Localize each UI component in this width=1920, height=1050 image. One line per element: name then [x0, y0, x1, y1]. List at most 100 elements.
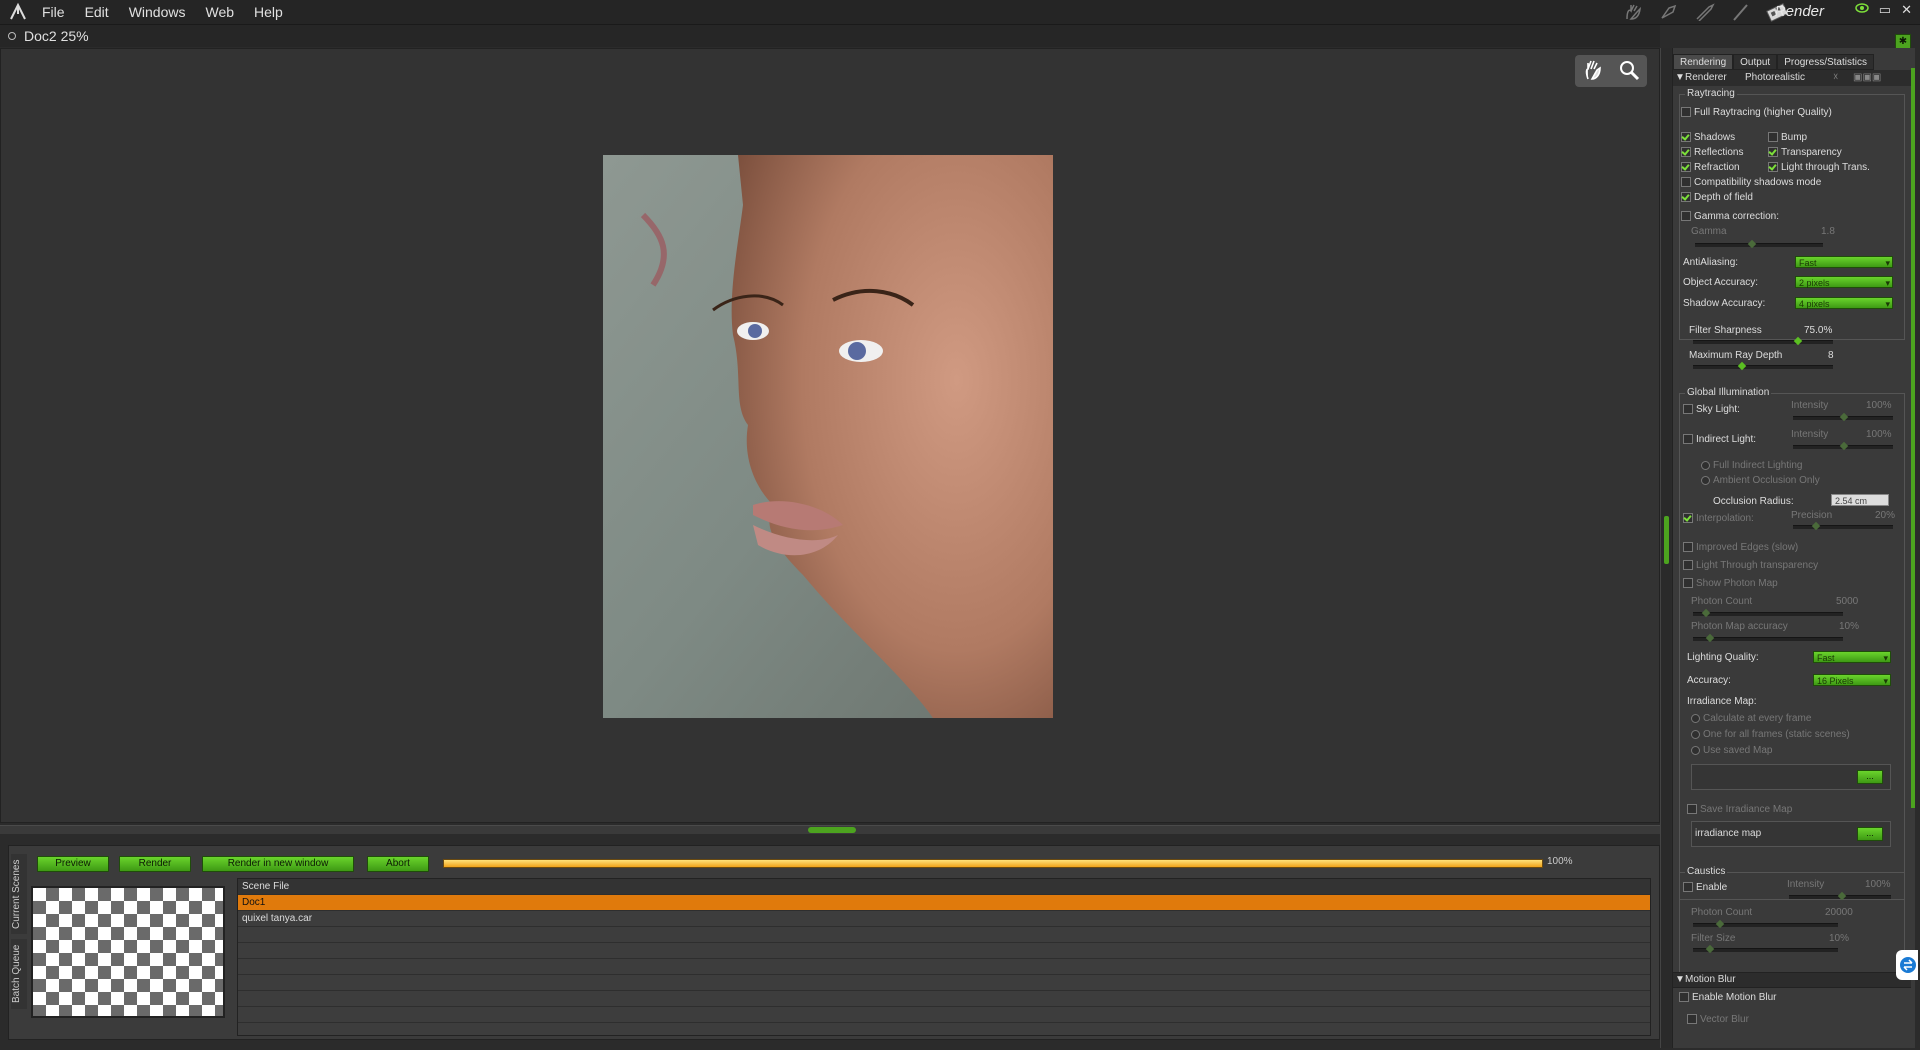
collapse-triangle-icon[interactable]: ▼: [1675, 72, 1685, 83]
tab-rendering[interactable]: Rendering: [1673, 54, 1734, 70]
occlusion-radius-field[interactable]: 2.54 cm: [1831, 494, 1889, 506]
app-logo-icon[interactable]: [4, 0, 32, 24]
tab-output[interactable]: Output: [1733, 54, 1778, 70]
horizontal-splitter[interactable]: [0, 825, 1660, 834]
transparency-checkbox[interactable]: Transparency: [1768, 147, 1842, 158]
scene-row-empty: [238, 975, 1650, 991]
photon-map-accuracy-slider[interactable]: [1693, 633, 1843, 643]
shadow-accuracy-select[interactable]: 4 pixels: [1795, 297, 1893, 310]
render-new-window-button[interactable]: Render in new window: [202, 856, 354, 872]
renderer-chevron-icon[interactable]: ☓: [1833, 72, 1838, 83]
saved-map-browse-button[interactable]: ...: [1857, 770, 1883, 784]
menu-web[interactable]: Web: [195, 4, 244, 20]
filter-sharpness-slider[interactable]: [1693, 336, 1833, 346]
splitter-grip[interactable]: [1664, 516, 1669, 564]
material-room-icon[interactable]: [1656, 1, 1682, 23]
scene-row-doc1[interactable]: Doc1: [238, 895, 1650, 911]
interpolation-checkbox[interactable]: Interpolation:: [1683, 513, 1754, 524]
close-button[interactable]: ✕: [1901, 2, 1912, 18]
shadows-checkbox[interactable]: Shadows: [1681, 132, 1735, 143]
caustics-intensity-slider[interactable]: [1789, 891, 1891, 901]
pan-hand-icon[interactable]: [1582, 59, 1604, 84]
lighting-quality-select[interactable]: Fast: [1813, 651, 1891, 664]
renderer-select[interactable]: Photorealistic: [1745, 72, 1805, 83]
menu-windows[interactable]: Windows: [119, 4, 196, 20]
renderer-preset-icons[interactable]: ▣▣▣: [1853, 72, 1881, 83]
full-indirect-radio[interactable]: Full Indirect Lighting: [1701, 460, 1803, 471]
preview-button[interactable]: Preview: [37, 856, 109, 872]
tab-progress-statistics[interactable]: Progress/Statistics: [1777, 54, 1874, 70]
one-for-all-radio[interactable]: One for all frames (static scenes): [1691, 729, 1850, 740]
caustics-photon-count-slider[interactable]: [1693, 919, 1838, 929]
caustics-filter-size-slider[interactable]: [1693, 944, 1838, 954]
caustics-enable-checkbox[interactable]: Enable: [1683, 882, 1727, 893]
antialiasing-select[interactable]: Fast: [1795, 256, 1893, 269]
improved-edges-checkbox[interactable]: Improved Edges (slow): [1683, 542, 1798, 553]
depth-of-field-checkbox[interactable]: Depth of field: [1681, 192, 1753, 203]
max-ray-depth-knob[interactable]: [1737, 361, 1747, 371]
full-raytracing-checkbox[interactable]: Full Raytracing (higher Quality): [1681, 107, 1832, 118]
compat-shadows-checkbox[interactable]: Compatibility shadows mode: [1681, 177, 1821, 188]
sky-intensity-value: 100%: [1866, 400, 1892, 411]
light-through-trans-checkbox[interactable]: Light through Trans.: [1768, 162, 1870, 173]
face-room-icon[interactable]: [1692, 1, 1718, 23]
vector-blur-checkbox[interactable]: Vector Blur: [1687, 1014, 1749, 1025]
renderer-row: ▼ Renderer Photorealistic ☓ ▣▣▣: [1673, 70, 1913, 86]
max-ray-depth-slider[interactable]: [1693, 361, 1833, 371]
menu-file[interactable]: File: [32, 4, 75, 20]
motion-blur-header[interactable]: ▼ Motion Blur: [1673, 972, 1913, 988]
panel-scrollbar-thumb[interactable]: [1911, 68, 1915, 808]
photon-count-slider[interactable]: [1693, 608, 1843, 618]
show-photon-map-checkbox[interactable]: Show Photon Map: [1683, 578, 1778, 589]
indirect-light-checkbox[interactable]: Indirect Light:: [1683, 434, 1756, 445]
document-tab[interactable]: Doc2 25%: [0, 25, 1660, 47]
tab-current-scenes[interactable]: Current Scenes: [11, 854, 27, 934]
save-irradiance-map-checkbox[interactable]: Save Irradiance Map: [1687, 804, 1792, 815]
bump-checkbox[interactable]: Bump: [1768, 132, 1807, 143]
scene-list-header[interactable]: Scene File: [238, 879, 1650, 895]
render-button[interactable]: Render: [119, 856, 191, 872]
eye-icon[interactable]: [1855, 2, 1869, 18]
remote-support-tab[interactable]: [1896, 950, 1918, 980]
remote-arrows-icon: [1900, 957, 1916, 973]
precision-value: 20%: [1875, 510, 1896, 521]
gamma-correction-checkbox[interactable]: Gamma correction:: [1681, 211, 1779, 222]
use-saved-map-radio[interactable]: Use saved Map: [1691, 745, 1772, 756]
render-viewport[interactable]: [0, 48, 1660, 823]
object-accuracy-select[interactable]: 2 pixels: [1795, 276, 1893, 289]
abort-button[interactable]: Abort: [367, 856, 429, 872]
panel-scrollbar[interactable]: [1911, 48, 1915, 1048]
indirect-intensity-value: 100%: [1866, 429, 1892, 440]
zoom-magnifier-icon[interactable]: [1618, 59, 1640, 84]
irradiance-map-browse-button[interactable]: ...: [1857, 827, 1883, 841]
reflections-checkbox[interactable]: Reflections: [1681, 147, 1743, 158]
refraction-checkbox[interactable]: Refraction: [1681, 162, 1740, 173]
pose-room-hand-icon[interactable]: [1620, 1, 1646, 23]
light-through-transparency-checkbox[interactable]: Light Through transparency: [1683, 560, 1818, 571]
gamma-value: 1.8: [1821, 226, 1835, 237]
room-tabs: [1620, 0, 1790, 24]
menu-help[interactable]: Help: [244, 4, 293, 20]
indirect-intensity-slider[interactable]: [1793, 441, 1893, 451]
sky-light-checkbox[interactable]: Sky Light:: [1683, 404, 1740, 415]
menu-bar: File Edit Windows Web Help Render ▭ ✕: [0, 0, 1920, 25]
enable-motion-blur-checkbox[interactable]: Enable Motion Blur: [1679, 992, 1777, 1003]
calc-every-frame-radio[interactable]: Calculate at every frame: [1691, 713, 1811, 724]
scene-row-empty: [238, 927, 1650, 943]
sky-intensity-slider[interactable]: [1793, 412, 1893, 422]
menu-edit[interactable]: Edit: [75, 4, 119, 20]
accuracy-select[interactable]: 16 Pixels: [1813, 674, 1891, 687]
irradiance-map-field[interactable]: irradiance map: [1695, 828, 1761, 839]
vertical-splitter[interactable]: [1660, 48, 1671, 1048]
scene-row-quixel[interactable]: quixel tanya.car: [238, 911, 1650, 927]
tab-batch-queue[interactable]: Batch Queue: [11, 939, 27, 1009]
splitter-grip[interactable]: [808, 827, 856, 833]
precision-slider[interactable]: [1793, 521, 1893, 531]
ambient-occlusion-radio[interactable]: Ambient Occlusion Only: [1701, 475, 1820, 486]
sky-intensity-label: Intensity: [1791, 400, 1829, 411]
caustics-intensity-label: Intensity: [1787, 879, 1825, 890]
minimize-button[interactable]: ▭: [1879, 2, 1891, 18]
hair-room-icon[interactable]: [1728, 1, 1754, 23]
motion-blur-collapse-icon[interactable]: ▼: [1675, 974, 1685, 985]
gamma-slider[interactable]: [1695, 239, 1823, 249]
